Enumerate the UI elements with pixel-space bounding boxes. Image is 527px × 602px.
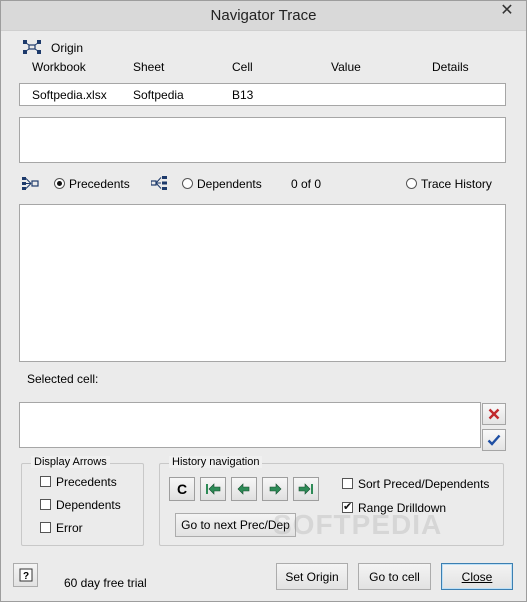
arrow-error-checkbox[interactable] <box>40 522 51 533</box>
sort-checkbox[interactable] <box>342 478 353 489</box>
last-button[interactable] <box>293 477 319 501</box>
navigator-trace-window: Navigator Trace ✕ Origin Workbook Sheet … <box>0 0 527 602</box>
selected-cell-box[interactable] <box>19 402 481 448</box>
range-drilldown-label[interactable]: Range Drilldown <box>358 501 446 515</box>
selected-cell-label: Selected cell: <box>27 372 99 386</box>
origin-cell: B13 <box>232 88 254 102</box>
next-icon <box>269 483 282 495</box>
display-arrows-legend: Display Arrows <box>31 456 110 468</box>
help-icon: ? <box>19 568 32 582</box>
arrow-precedents-label[interactable]: Precedents <box>56 475 117 489</box>
dependents-label[interactable]: Dependents <box>197 177 262 191</box>
origin-label: Origin <box>51 41 84 55</box>
first-button[interactable] <box>200 477 226 501</box>
range-drilldown-checkbox[interactable] <box>342 500 353 513</box>
clear-history-button[interactable]: C <box>169 477 195 501</box>
go-to-next-prec-dep-button[interactable]: Go to next Prec/Dep <box>175 513 296 537</box>
trace-history-radio[interactable] <box>406 178 417 189</box>
column-header-cell: Cell <box>232 60 253 74</box>
confirm-button[interactable] <box>482 429 506 451</box>
history-navigation-legend: History navigation <box>169 456 263 468</box>
clear-history-label: C <box>176 481 188 497</box>
column-header-value: Value <box>331 60 361 74</box>
window-title: Navigator Trace <box>210 7 317 24</box>
window-close-button[interactable]: ✕ <box>494 2 520 20</box>
column-header-sheet: Sheet <box>133 60 165 74</box>
trace-list[interactable] <box>19 204 506 362</box>
previous-button[interactable] <box>231 477 257 501</box>
cancel-button[interactable] <box>482 403 506 425</box>
dependents-icon <box>150 176 169 191</box>
trial-text: 60 day free trial <box>64 576 147 590</box>
origin-icon <box>23 40 41 54</box>
go-to-cell-button[interactable]: Go to cell <box>358 563 431 590</box>
set-origin-button[interactable]: Set Origin <box>276 563 348 590</box>
prev-icon <box>237 483 250 495</box>
close-button[interactable]: Close <box>441 563 513 590</box>
close-button-label: Close <box>461 569 493 584</box>
origin-row[interactable]: Softpedia.xlsx Softpedia B13 <box>19 83 506 106</box>
trace-count: 0 of 0 <box>291 177 322 191</box>
arrow-error-label[interactable]: Error <box>56 521 83 535</box>
precedents-icon <box>22 177 40 191</box>
column-header-details: Details <box>432 60 469 74</box>
column-header-workbook: Workbook <box>32 60 86 74</box>
svg-text:?: ? <box>22 571 28 582</box>
confirm-icon <box>487 434 501 446</box>
trace-history-label[interactable]: Trace History <box>421 177 492 191</box>
sort-label[interactable]: Sort Preced/Dependents <box>358 477 489 491</box>
origin-workbook: Softpedia.xlsx <box>32 88 107 102</box>
arrow-precedents-checkbox[interactable] <box>40 476 51 487</box>
last-icon <box>298 483 313 495</box>
next-button[interactable] <box>262 477 288 501</box>
title-bar: Navigator Trace ✕ <box>1 1 526 31</box>
precedents-radio[interactable] <box>54 178 65 189</box>
help-button[interactable]: ? <box>13 563 38 587</box>
precedents-label[interactable]: Precedents <box>69 177 130 191</box>
origin-formula-box[interactable] <box>19 117 506 163</box>
origin-sheet: Softpedia <box>133 88 184 102</box>
arrow-dependents-checkbox[interactable] <box>40 499 51 510</box>
first-icon <box>206 483 221 495</box>
dependents-radio[interactable] <box>182 178 193 189</box>
arrow-dependents-label[interactable]: Dependents <box>56 498 121 512</box>
cancel-icon <box>488 408 500 420</box>
